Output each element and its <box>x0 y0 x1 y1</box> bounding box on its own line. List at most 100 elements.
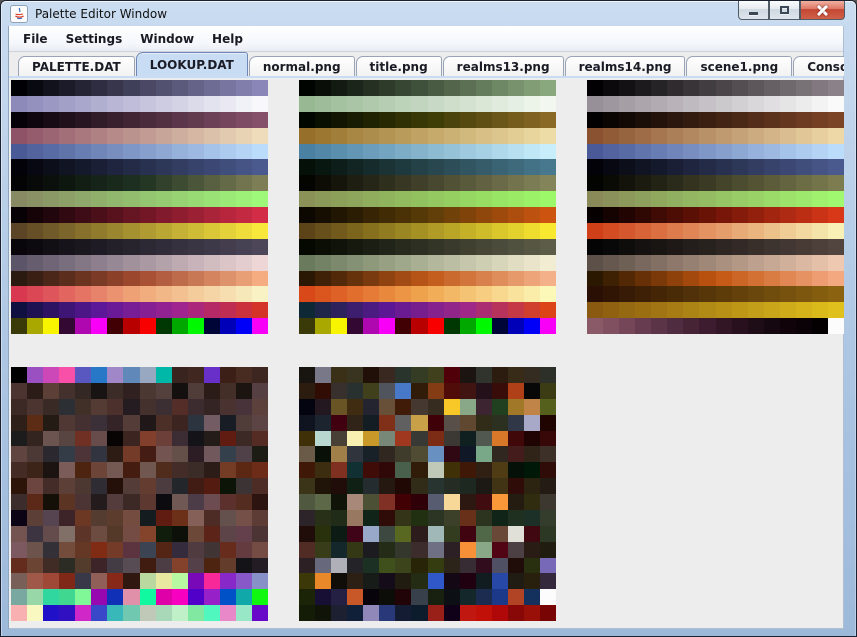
palette-cell[interactable] <box>395 367 411 383</box>
palette-cell[interactable] <box>75 494 91 510</box>
palette-cell[interactable] <box>444 542 460 558</box>
palette-cell[interactable] <box>492 207 508 223</box>
palette-cell[interactable] <box>107 589 123 605</box>
palette-cell[interactable] <box>331 367 347 383</box>
palette-cell[interactable] <box>395 446 411 462</box>
palette-cell[interactable] <box>492 271 508 287</box>
palette-cell[interactable] <box>748 239 764 255</box>
palette-cell[interactable] <box>508 478 524 494</box>
palette-cell[interactable] <box>748 144 764 160</box>
palette-cell[interactable] <box>508 415 524 431</box>
palette-cell[interactable] <box>236 286 252 302</box>
palette-cell[interactable] <box>315 144 331 160</box>
palette-cell[interactable] <box>363 191 379 207</box>
palette-cell[interactable] <box>172 318 188 334</box>
palette-cell[interactable] <box>220 431 236 447</box>
palette-cell[interactable] <box>812 255 828 271</box>
palette-cell[interactable] <box>540 128 556 144</box>
palette-cell[interactable] <box>172 286 188 302</box>
palette-cell[interactable] <box>508 605 524 621</box>
palette-cell[interactable] <box>476 223 492 239</box>
palette-cell[interactable] <box>667 80 683 96</box>
palette-cell[interactable] <box>331 175 347 191</box>
palette-cell[interactable] <box>236 399 252 415</box>
palette-cell[interactable] <box>540 175 556 191</box>
palette-cell[interactable] <box>411 558 427 574</box>
palette-cell[interactable] <box>123 144 139 160</box>
palette-cell[interactable] <box>540 239 556 255</box>
palette-cell[interactable] <box>91 399 107 415</box>
palette-cell[interactable] <box>812 159 828 175</box>
palette-cell[interactable] <box>123 128 139 144</box>
palette-cell[interactable] <box>27 175 43 191</box>
palette-cell[interactable] <box>75 128 91 144</box>
palette-cell[interactable] <box>315 383 331 399</box>
palette-cell[interactable] <box>220 478 236 494</box>
palette-cell[interactable] <box>635 255 651 271</box>
palette-cell[interactable] <box>91 462 107 478</box>
palette-cell[interactable] <box>619 80 635 96</box>
palette-cell[interactable] <box>188 383 204 399</box>
palette-cell[interactable] <box>524 112 540 128</box>
palette-cell[interactable] <box>236 494 252 510</box>
palette-cell[interactable] <box>508 589 524 605</box>
palette-cell[interactable] <box>236 207 252 223</box>
palette-cell[interactable] <box>444 80 460 96</box>
palette-cell[interactable] <box>395 159 411 175</box>
palette-cell[interactable] <box>667 271 683 287</box>
palette-cell[interactable] <box>363 399 379 415</box>
palette-cell[interactable] <box>315 494 331 510</box>
palette-cell[interactable] <box>220 255 236 271</box>
palette-cell[interactable] <box>428 96 444 112</box>
palette-cell[interactable] <box>347 112 363 128</box>
palette-cell[interactable] <box>59 367 75 383</box>
palette-cell[interactable] <box>508 271 524 287</box>
palette-cell[interactable] <box>347 383 363 399</box>
palette-cell[interactable] <box>476 271 492 287</box>
palette-cell[interactable] <box>379 112 395 128</box>
palette-cell[interactable] <box>619 96 635 112</box>
palette-cell[interactable] <box>299 446 315 462</box>
palette-cell[interactable] <box>699 112 715 128</box>
palette-cell[interactable] <box>11 573 27 589</box>
palette-cell[interactable] <box>780 286 796 302</box>
palette-cell[interactable] <box>395 605 411 621</box>
palette-cell[interactable] <box>27 367 43 383</box>
palette-cell[interactable] <box>75 318 91 334</box>
palette-cell[interactable] <box>43 112 59 128</box>
palette-cell[interactable] <box>59 318 75 334</box>
menu-item-help[interactable]: Help <box>203 26 252 51</box>
palette-image-4[interactable] <box>11 367 268 621</box>
palette-cell[interactable] <box>379 175 395 191</box>
palette-cell[interactable] <box>428 175 444 191</box>
palette-cell[interactable] <box>411 271 427 287</box>
palette-cell[interactable] <box>123 175 139 191</box>
palette-cell[interactable] <box>619 128 635 144</box>
palette-cell[interactable] <box>476 558 492 574</box>
palette-cell[interactable] <box>444 175 460 191</box>
palette-cell[interactable] <box>204 271 220 287</box>
palette-cell[interactable] <box>460 255 476 271</box>
palette-cell[interactable] <box>667 239 683 255</box>
palette-cell[interactable] <box>780 271 796 287</box>
palette-cell[interactable] <box>428 112 444 128</box>
palette-cell[interactable] <box>315 207 331 223</box>
palette-cell[interactable] <box>460 191 476 207</box>
palette-cell[interactable] <box>252 191 268 207</box>
palette-cell[interactable] <box>315 302 331 318</box>
palette-cell[interactable] <box>172 96 188 112</box>
palette-cell[interactable] <box>59 144 75 160</box>
palette-cell[interactable] <box>220 446 236 462</box>
palette-cell[interactable] <box>460 271 476 287</box>
palette-cell[interactable] <box>651 80 667 96</box>
palette-cell[interactable] <box>172 478 188 494</box>
palette-cell[interactable] <box>540 573 556 589</box>
palette-cell[interactable] <box>91 128 107 144</box>
palette-cell[interactable] <box>699 271 715 287</box>
palette-cell[interactable] <box>476 286 492 302</box>
palette-cell[interactable] <box>91 478 107 494</box>
palette-cell[interactable] <box>363 255 379 271</box>
palette-cell[interactable] <box>460 144 476 160</box>
palette-cell[interactable] <box>411 144 427 160</box>
palette-cell[interactable] <box>428 446 444 462</box>
